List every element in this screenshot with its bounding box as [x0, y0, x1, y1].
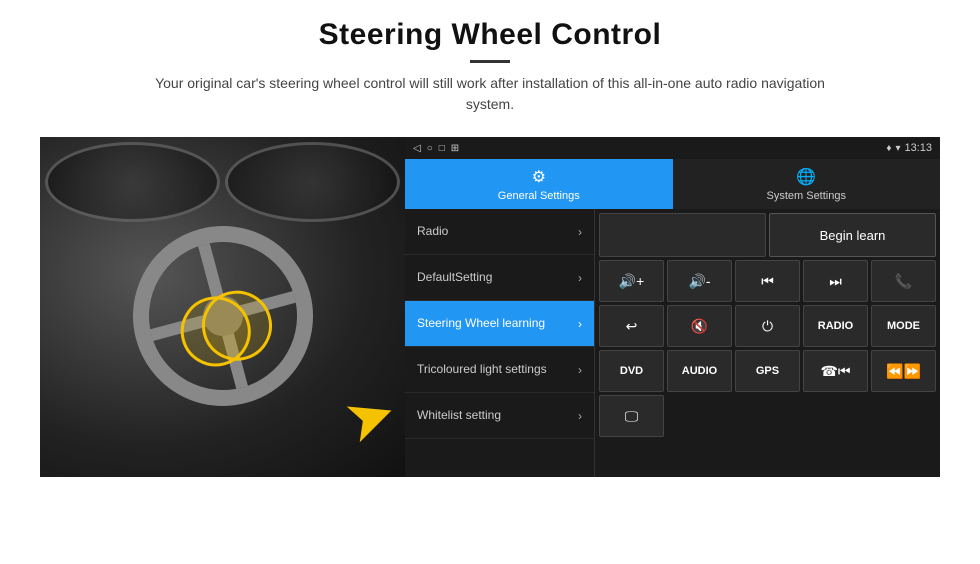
dvd-label: DVD — [620, 365, 643, 377]
steering-wheel — [112, 206, 332, 426]
prev-track-icon: ⏮ — [761, 273, 774, 290]
back-call-button[interactable]: ↩ — [599, 305, 664, 347]
status-bar: ◁ ○ □ ⊞ ♦ ▾ 13:13 — [405, 137, 940, 159]
mute-icon: 🔇 — [691, 318, 708, 335]
phone-icon-row2: 📞 — [895, 273, 912, 290]
row-begin-learn: Begin learn — [599, 213, 936, 257]
tabs-row: ⚙ General Settings 🌐 System Settings — [405, 159, 940, 209]
main-content: Radio › DefaultSetting › Steering Wheel … — [405, 209, 940, 477]
menu-list: Radio › DefaultSetting › Steering Wheel … — [405, 209, 595, 477]
vol-down-icon: 🔊- — [688, 273, 710, 290]
steering-wheel-outer — [112, 206, 332, 426]
menu-item-tricoloured[interactable]: Tricoloured light settings › — [405, 347, 594, 393]
menu-icon: ⊞ — [451, 143, 459, 154]
tab-general[interactable]: ⚙ General Settings — [405, 159, 673, 209]
gauge-left — [45, 142, 220, 222]
menu-item-steering[interactable]: Steering Wheel learning › — [405, 301, 594, 347]
gps-label: GPS — [756, 365, 779, 377]
menu-item-radio[interactable]: Radio › — [405, 209, 594, 255]
phone-prev-button[interactable]: ☎⏮ — [803, 350, 868, 392]
tab-general-label: General Settings — [498, 190, 580, 202]
vol-down-button[interactable]: 🔊- — [667, 260, 732, 302]
car-background: ➤ — [40, 137, 405, 477]
dash-gauges — [45, 142, 400, 222]
back-icon: ◁ — [413, 143, 421, 154]
menu-label-default: DefaultSetting — [417, 270, 492, 284]
status-time: 13:13 — [904, 142, 932, 154]
audio-button[interactable]: AUDIO — [667, 350, 732, 392]
mute-button[interactable]: 🔇 — [667, 305, 732, 347]
phone-button-row2[interactable]: 📞 — [871, 260, 936, 302]
power-button[interactable]: ⏻ — [735, 305, 800, 347]
chevron-tricoloured: › — [578, 363, 582, 377]
menu-label-steering: Steering Wheel learning — [417, 316, 545, 330]
chevron-default: › — [578, 271, 582, 285]
menu-label-tricoloured: Tricoloured light settings — [417, 362, 547, 376]
content-area: ➤ ◁ ○ □ ⊞ ♦ ▾ 13:13 — [40, 137, 940, 477]
next-track-icon: ⏭ — [829, 273, 842, 290]
title-divider — [470, 60, 510, 63]
audio-label: AUDIO — [682, 365, 717, 377]
recent-icon: □ — [439, 143, 445, 154]
prev-track-button[interactable]: ⏮ — [735, 260, 800, 302]
status-bar-left: ◁ ○ □ ⊞ — [413, 143, 459, 154]
vol-up-button[interactable]: 🔊+ — [599, 260, 664, 302]
chevron-whitelist: › — [578, 409, 582, 423]
screen-button[interactable]: 🖵 — [599, 395, 664, 437]
empty-input-box — [599, 213, 766, 257]
gps-button[interactable]: GPS — [735, 350, 800, 392]
android-ui: ◁ ○ □ ⊞ ♦ ▾ 13:13 ⚙ General Settings — [405, 137, 940, 477]
general-settings-icon: ⚙ — [532, 167, 546, 187]
car-image-area: ➤ — [40, 137, 405, 477]
skip-button[interactable]: ⏪⏩ — [871, 350, 936, 392]
back-call-icon: ↩ — [626, 318, 638, 335]
radio-label: RADIO — [818, 320, 853, 332]
location-icon: ♦ — [886, 143, 891, 154]
status-bar-right: ♦ ▾ 13:13 — [886, 142, 932, 154]
tab-system[interactable]: 🌐 System Settings — [673, 159, 941, 209]
power-icon: ⏻ — [762, 318, 773, 335]
menu-item-whitelist[interactable]: Whitelist setting › — [405, 393, 594, 439]
controls-row-4: DVD AUDIO GPS ☎⏮ ⏪⏩ — [599, 350, 936, 392]
title-section: Steering Wheel Control Your original car… — [140, 18, 840, 129]
controls-row-5: 🖵 — [599, 395, 936, 437]
chevron-steering: › — [578, 317, 582, 331]
controls-row-2: 🔊+ 🔊- ⏮ ⏭ 📞 — [599, 260, 936, 302]
wifi-icon: ▾ — [895, 143, 900, 154]
menu-label-radio: Radio — [417, 224, 448, 238]
gauge-right — [225, 142, 400, 222]
page-wrapper: Steering Wheel Control Your original car… — [0, 0, 980, 564]
chevron-radio: › — [578, 225, 582, 239]
system-settings-icon: 🌐 — [796, 167, 816, 187]
page-title: Steering Wheel Control — [140, 18, 840, 52]
mode-button[interactable]: MODE — [871, 305, 936, 347]
dvd-button[interactable]: DVD — [599, 350, 664, 392]
menu-label-whitelist: Whitelist setting — [417, 408, 501, 422]
radio-button[interactable]: RADIO — [803, 305, 868, 347]
next-track-button[interactable]: ⏭ — [803, 260, 868, 302]
tab-system-label: System Settings — [767, 190, 846, 202]
controls-area: Begin learn 🔊+ 🔊- ⏮ — [595, 209, 940, 477]
page-subtitle: Your original car's steering wheel contr… — [140, 73, 840, 115]
yellow-arrow: ➤ — [336, 380, 404, 454]
mode-label: MODE — [887, 320, 920, 332]
controls-row-3: ↩ 🔇 ⏻ RADIO MODE — [599, 305, 936, 347]
vol-up-icon: 🔊+ — [619, 273, 645, 290]
menu-item-default[interactable]: DefaultSetting › — [405, 255, 594, 301]
home-icon: ○ — [427, 143, 433, 154]
phone-prev-icon: ☎⏮ — [820, 363, 850, 380]
begin-learn-button[interactable]: Begin learn — [769, 213, 936, 257]
screen-icon: 🖵 — [625, 408, 639, 425]
skip-icon: ⏪⏩ — [886, 363, 921, 380]
